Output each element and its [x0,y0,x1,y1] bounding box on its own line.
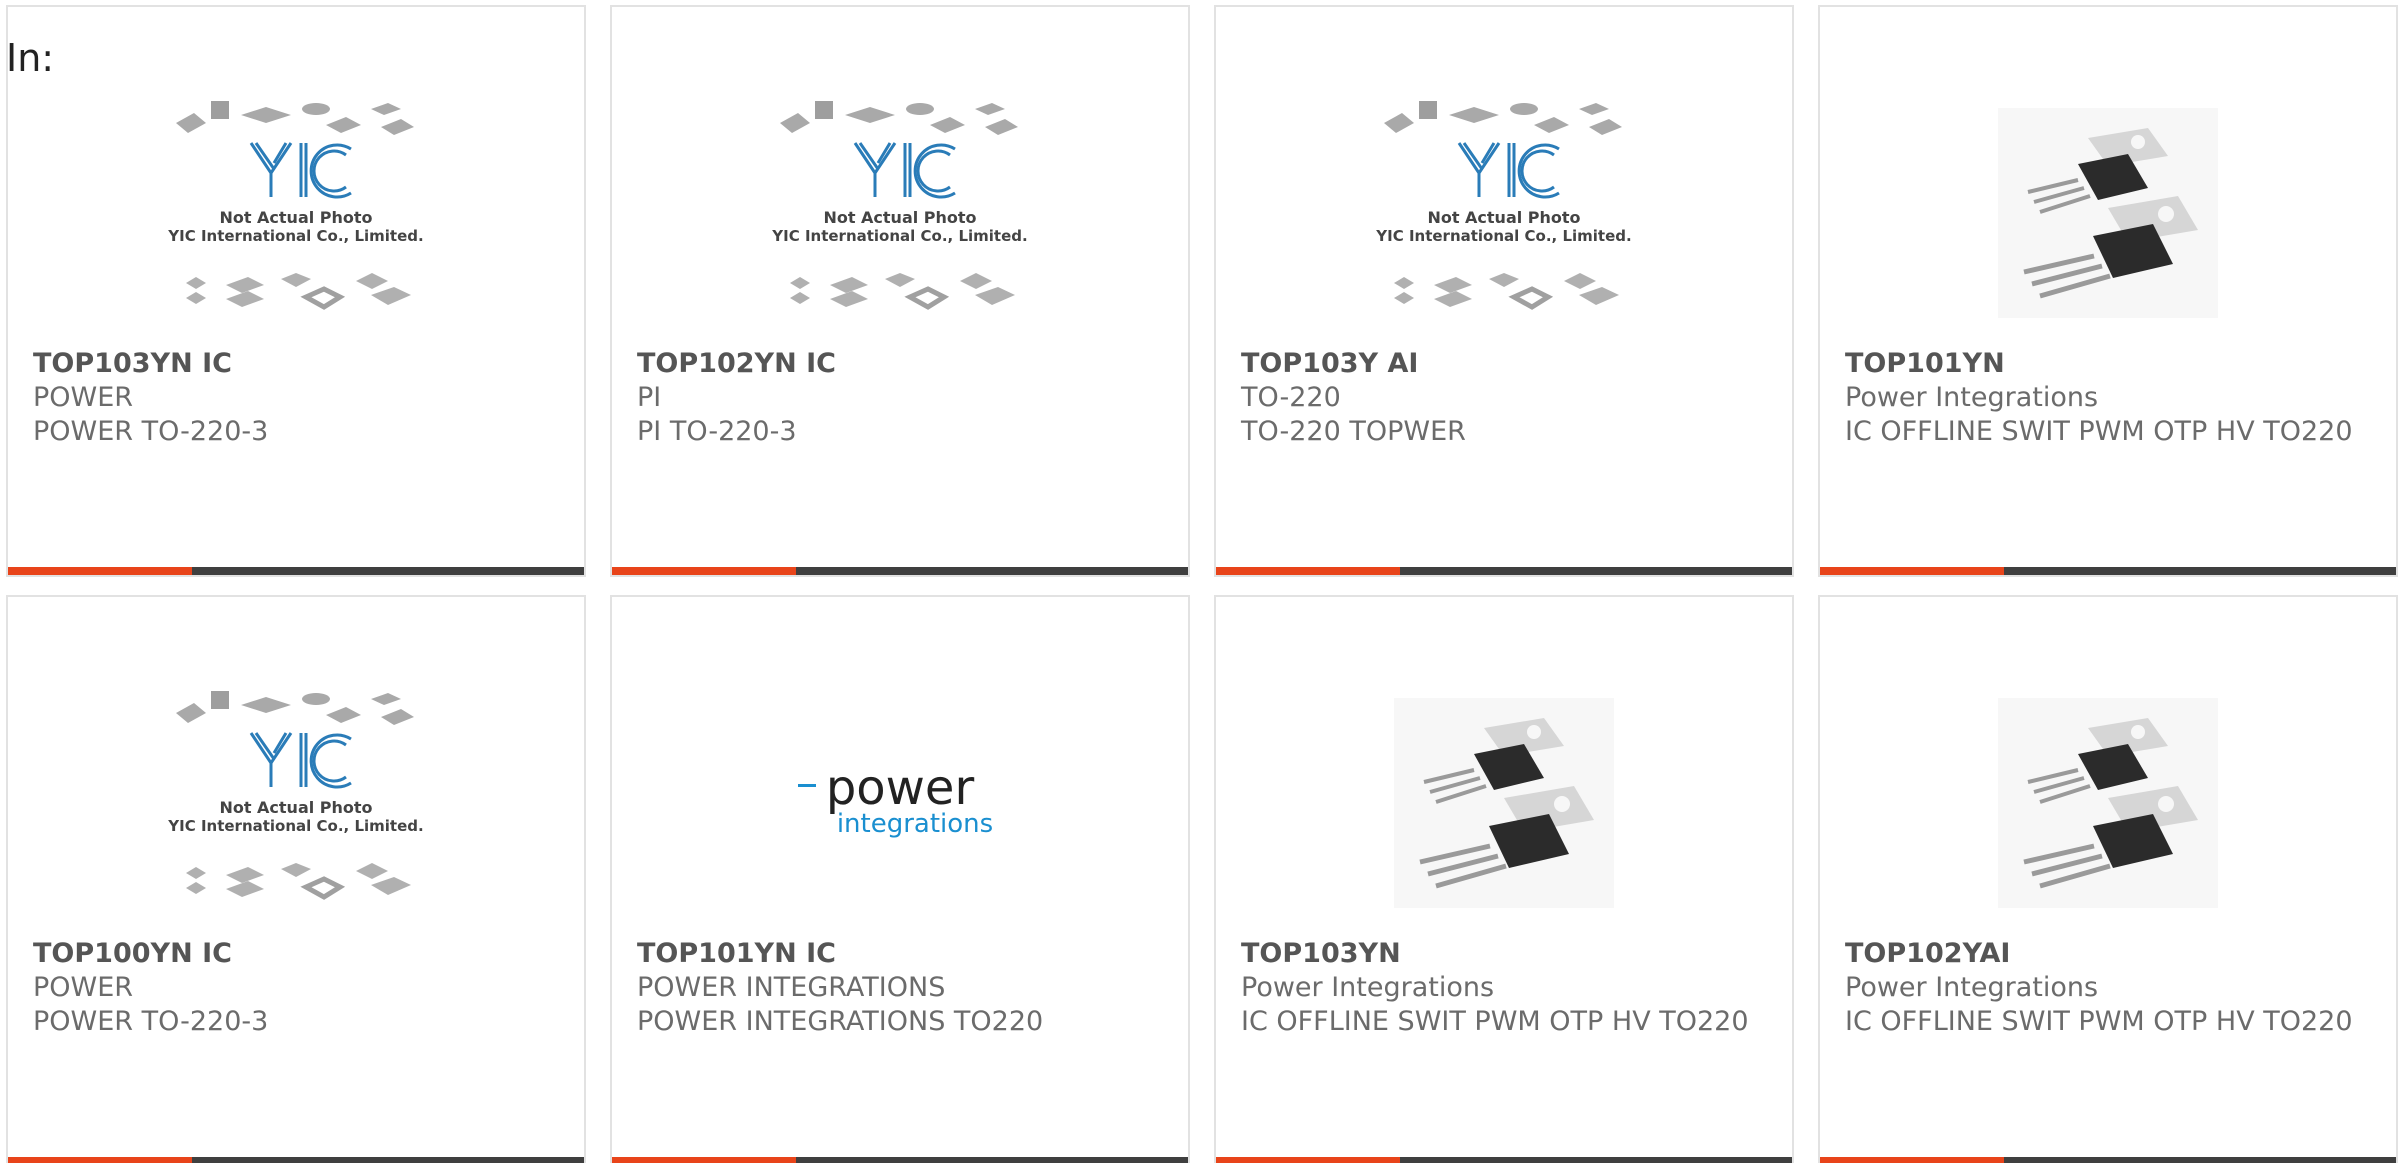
product-card-top103yn[interactable]: TOP103YN Power Integrations IC OFFLINE S… [1214,595,1794,1163]
manufacturer: Power Integrations [1845,972,2099,1003]
manufacturer: POWER [33,382,134,413]
svg-text:Not Actual Photo: Not Actual Photo [219,798,372,817]
manufacturer: Power Integrations [1845,382,2099,413]
description: PI TO-220-3 [637,416,797,447]
part-number[interactable]: TOP102YN IC [637,347,1168,381]
product-card-top102yai[interactable]: TOP102YAI Power Integrations IC OFFLINE … [1818,595,2398,1163]
svg-text:YIC International Co., Limited: YIC International Co., Limited. [771,227,1027,245]
product-card-top101yn[interactable]: TOP101YN Power Integrations IC OFFLINE S… [1818,5,2398,577]
product-image-yic-placeholder: Not Actual Photo YIC International Co., … [8,669,584,937]
part-number[interactable]: TOP100YN IC [33,937,564,971]
yic-placeholder-icon: Not Actual Photo YIC International Co., … [771,101,1028,310]
filter-in-label: In: [6,36,55,80]
card-bottom-bar [1216,567,1792,575]
part-number[interactable]: TOP103Y AI [1241,347,1772,381]
card-bottom-bar [1820,567,2396,575]
part-number[interactable]: TOP101YN [1845,347,2376,381]
part-number[interactable]: TOP103YN IC [33,347,564,381]
svg-text:YIC International Co., Limited: YIC International Co., Limited. [1375,227,1631,245]
description: POWER INTEGRATIONS TO220 [637,1006,1044,1037]
svg-text:integrations: integrations [837,809,993,839]
product-card-top100yn-ic[interactable]: Not Actual Photo YIC International Co., … [6,595,586,1163]
yic-placeholder-icon: Not Actual Photo YIC International Co., … [167,691,424,900]
product-image-yic-placeholder: Not Actual Photo YIC International Co., … [612,79,1188,347]
product-card-top101yn-ic[interactable]: power integrations TOP101YN IC POWER INT… [610,595,1190,1163]
part-number[interactable]: TOP101YN IC [637,937,1168,971]
svg-text:power: power [826,760,975,816]
product-image-yic-placeholder: Not Actual Photo YIC International Co., … [8,79,584,347]
yic-placeholder-icon: Not Actual Photo YIC International Co., … [167,101,424,310]
yic-placeholder-icon: Not Actual Photo YIC International Co., … [1375,101,1632,310]
product-info: TOP103YN IC POWER POWER TO-220-3 [33,347,564,449]
description: POWER TO-220-3 [33,416,269,447]
to220-package-icon [1998,698,2218,908]
card-bottom-bar [612,1157,1188,1163]
product-image-to220 [1216,669,1792,937]
to220-package-icon [1394,698,1614,908]
product-grid: Not Actual Photo YIC International Co., … [6,5,2400,1163]
description: TO-220 TOPWER [1241,416,1466,447]
product-card-top103y-ai[interactable]: Not Actual Photo YIC International Co., … [1214,5,1794,577]
manufacturer: TO-220 [1241,382,1341,413]
svg-text:YIC International Co., Limited: YIC International Co., Limited. [167,817,423,835]
product-card-top102yn-ic[interactable]: Not Actual Photo YIC International Co., … [610,5,1190,577]
product-info: TOP100YN IC POWER POWER TO-220-3 [33,937,564,1039]
svg-text:Not Actual Photo: Not Actual Photo [219,208,372,227]
svg-text:YIC International Co., Limited: YIC International Co., Limited. [167,227,423,245]
manufacturer: POWER INTEGRATIONS [637,972,946,1003]
part-number[interactable]: TOP103YN [1241,937,1772,971]
product-image-power-integrations-logo: power integrations [612,669,1188,937]
card-bottom-bar [1820,1157,2396,1163]
product-info: TOP101YN IC POWER INTEGRATIONS POWER INT… [637,937,1168,1039]
product-image-yic-placeholder: Not Actual Photo YIC International Co., … [1216,79,1792,347]
description: IC OFFLINE SWIT PWM OTP HV TO220 [1845,416,2353,447]
product-card-top103yn-ic[interactable]: Not Actual Photo YIC International Co., … [6,5,586,577]
product-image-to220 [1820,79,2396,347]
manufacturer: PI [637,382,662,413]
description: IC OFFLINE SWIT PWM OTP HV TO220 [1845,1006,2353,1037]
manufacturer: POWER [33,972,134,1003]
product-info: TOP103YN Power Integrations IC OFFLINE S… [1241,937,1772,1039]
product-image-to220 [1820,669,2396,937]
product-info: TOP102YN IC PI PI TO-220-3 [637,347,1168,449]
to220-package-icon [1998,108,2218,318]
product-info: TOP103Y AI TO-220 TO-220 TOPWER [1241,347,1772,449]
svg-text:Not Actual Photo: Not Actual Photo [1427,208,1580,227]
card-bottom-bar [8,1157,584,1163]
product-info: TOP101YN Power Integrations IC OFFLINE S… [1845,347,2376,449]
description: POWER TO-220-3 [33,1006,269,1037]
product-info: TOP102YAI Power Integrations IC OFFLINE … [1845,937,2376,1039]
part-number[interactable]: TOP102YAI [1845,937,2376,971]
manufacturer: Power Integrations [1241,972,1495,1003]
svg-text:Not Actual Photo: Not Actual Photo [823,208,976,227]
card-bottom-bar [8,567,584,575]
description: IC OFFLINE SWIT PWM OTP HV TO220 [1241,1006,1749,1037]
card-bottom-bar [612,567,1188,575]
card-bottom-bar [1216,1157,1792,1163]
power-integrations-logo-icon: power integrations [798,760,993,839]
